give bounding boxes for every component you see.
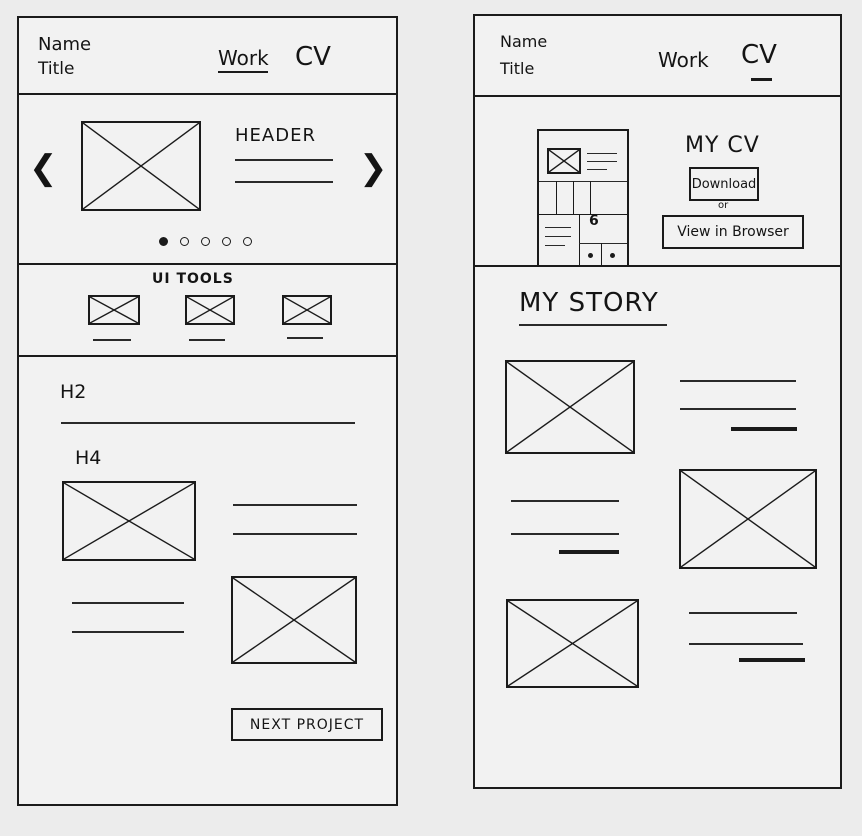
story-image-placeholder — [679, 469, 817, 569]
carousel-prev-arrow[interactable]: ❮ — [29, 151, 58, 185]
site-name: Name — [500, 32, 548, 51]
project-h2: H2 — [60, 381, 87, 403]
cv-thumb-col — [579, 215, 580, 267]
site-title: Title — [38, 59, 75, 79]
tool-icon-placeholder — [185, 295, 235, 325]
story-text-line — [680, 380, 796, 382]
story-text-line — [689, 643, 803, 645]
nav-work-link[interactable]: Work — [218, 46, 269, 70]
cv-thumb-line — [545, 245, 565, 246]
cv-document-thumbnail: 6 — [537, 129, 629, 267]
project-image-placeholder — [62, 481, 196, 561]
story-title-underline — [519, 324, 667, 326]
story-text-line — [680, 408, 796, 410]
carousel-image-placeholder — [81, 121, 201, 211]
carousel-dot[interactable] — [180, 237, 189, 246]
nav-cv-link[interactable]: CV — [741, 40, 777, 70]
site-name: Name — [38, 34, 92, 55]
project-text-line — [233, 533, 357, 535]
project-text-line — [233, 504, 357, 506]
story-text-line — [511, 500, 619, 502]
tool-caption-line — [287, 337, 323, 339]
project-text-line — [72, 602, 184, 604]
cv-thumb-line — [587, 169, 607, 170]
cv-thumb-divider — [579, 243, 627, 244]
project-text-line — [72, 631, 184, 633]
story-image-placeholder — [506, 599, 639, 688]
view-in-browser-button[interactable]: View in Browser — [662, 215, 804, 249]
carousel-dot[interactable] — [243, 237, 252, 246]
ui-tools-section: UI TOOLS — [19, 265, 396, 357]
or-text: or — [718, 200, 729, 211]
story-text-emphasis-line — [731, 427, 797, 431]
next-project-button[interactable]: NEXT PROJECT — [231, 708, 383, 741]
cv-thumb-line — [545, 236, 571, 237]
h2-divider-line — [61, 422, 355, 424]
carousel-heading: HEADER — [235, 125, 316, 146]
right-phone-wireframe: Name Title Work CV 6 MY CV Download or V… — [473, 14, 842, 789]
carousel-text-line — [235, 159, 333, 161]
cv-thumb-col — [556, 181, 557, 215]
nav-work-link[interactable]: Work — [658, 48, 709, 72]
story-text-emphasis-line — [559, 550, 619, 554]
right-header: Name Title Work CV — [475, 16, 840, 97]
project-h4: H4 — [75, 447, 102, 469]
tool-caption-line — [93, 339, 131, 341]
cv-thumb-col — [573, 181, 574, 215]
nav-cv-underline — [751, 78, 772, 81]
cv-thumb-dot — [610, 253, 615, 258]
carousel-next-arrow[interactable]: ❯ — [359, 151, 388, 185]
tool-icon-placeholder — [282, 295, 332, 325]
cv-section: 6 MY CV Download or View in Browser — [475, 97, 840, 267]
nav-cv-link[interactable]: CV — [295, 42, 331, 72]
project-section: H2 H4 NEXT PROJECT — [19, 357, 396, 804]
ui-tools-label: UI TOOLS — [152, 271, 234, 287]
left-phone-wireframe: Name Title Work CV ❮ HEADER ❯ UI TOOLS H… — [17, 16, 398, 806]
carousel-dot[interactable] — [222, 237, 231, 246]
story-section: MY STORY — [475, 267, 840, 787]
nav-work-underline — [218, 71, 268, 73]
tool-caption-line — [189, 339, 225, 341]
cv-thumb-line — [545, 227, 571, 228]
story-text-line — [511, 533, 619, 535]
carousel-section: ❮ HEADER ❯ — [19, 95, 396, 265]
story-title: MY STORY — [519, 288, 659, 318]
download-button[interactable]: Download — [689, 167, 759, 201]
carousel-text-line — [235, 181, 333, 183]
cv-thumb-line — [587, 161, 617, 162]
story-text-line — [689, 612, 797, 614]
cv-thumb-digit: 6 — [589, 213, 599, 229]
site-title: Title — [500, 59, 535, 78]
carousel-dot[interactable] — [159, 237, 168, 246]
cv-thumb-line — [587, 153, 617, 154]
cv-thumb-col — [590, 181, 591, 215]
cv-photo-placeholder — [547, 148, 581, 174]
cv-thumb-col — [601, 243, 602, 267]
carousel-dot[interactable] — [201, 237, 210, 246]
cv-thumb-dot — [588, 253, 593, 258]
cv-title: MY CV — [685, 133, 760, 158]
project-image-placeholder — [231, 576, 357, 664]
carousel-dots — [19, 237, 396, 249]
left-header: Name Title Work CV — [19, 18, 396, 95]
tool-icon-placeholder — [88, 295, 140, 325]
cv-thumb-grid — [539, 181, 627, 215]
story-text-emphasis-line — [739, 658, 805, 662]
story-image-placeholder — [505, 360, 635, 454]
